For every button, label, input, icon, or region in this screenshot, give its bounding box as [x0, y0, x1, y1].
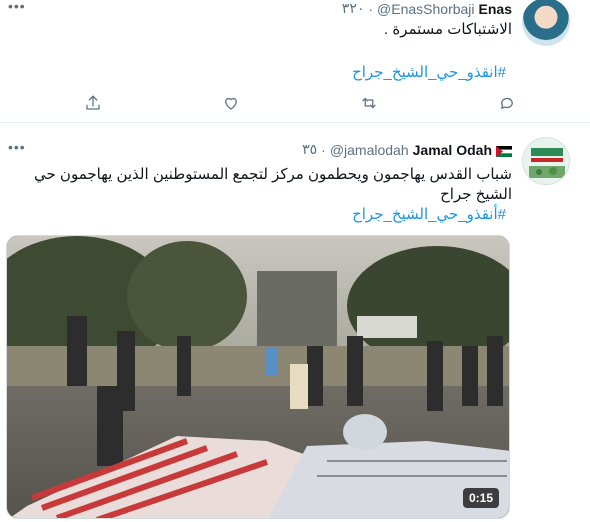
avatar[interactable]	[522, 0, 570, 46]
tweet-header: ٣٢٠ · @EnasShorbaji Enas	[342, 0, 512, 17]
display-name[interactable]: Jamal Odah	[413, 142, 492, 158]
more-options-icon[interactable]: •••	[8, 139, 26, 155]
user-handle[interactable]: @EnasShorbaji	[377, 1, 475, 17]
like-icon[interactable]	[220, 92, 242, 114]
reply-icon[interactable]	[496, 92, 518, 114]
video-thumbnail	[7, 236, 509, 518]
tweet-enas[interactable]: ••• ٣٢٠ · @EnasShorbaji Enas الاشتباكات …	[0, 0, 590, 122]
hashtag-link[interactable]: #انقذو_حي_الشيخ_جراح	[352, 63, 506, 81]
avatar[interactable]	[522, 137, 570, 185]
tweet-time[interactable]: ٣٢٠	[342, 0, 365, 17]
video-player[interactable]: 0:15	[6, 235, 510, 519]
share-icon[interactable]	[82, 92, 104, 114]
retweet-icon[interactable]	[358, 92, 380, 114]
tweet-time[interactable]: ٣٥	[302, 141, 317, 158]
tweet-text: الاشتباكات مستمرة .	[384, 21, 512, 38]
tweet-jamal[interactable]: ••• ٣٥ · @jamalodah Jamal Odah شباب القد…	[0, 123, 590, 522]
tweet-text: شباب القدس يهاجمون ويحطمون مركز لتجمع ال…	[33, 166, 512, 203]
separator-dot: ·	[368, 0, 374, 17]
hashtag-link[interactable]: #أنقذو_حي_الشيخ_جراح	[352, 205, 506, 223]
more-options-icon[interactable]: •••	[8, 0, 26, 14]
tweet-header: ٣٥ · @jamalodah Jamal Odah	[302, 141, 512, 158]
video-duration: 0:15	[462, 488, 499, 508]
display-name[interactable]: Enas	[479, 1, 512, 17]
user-handle[interactable]: @jamalodah	[330, 142, 409, 158]
tweet-actions	[80, 92, 520, 114]
palestine-flag-icon	[496, 144, 512, 157]
separator-dot: ·	[321, 141, 326, 158]
